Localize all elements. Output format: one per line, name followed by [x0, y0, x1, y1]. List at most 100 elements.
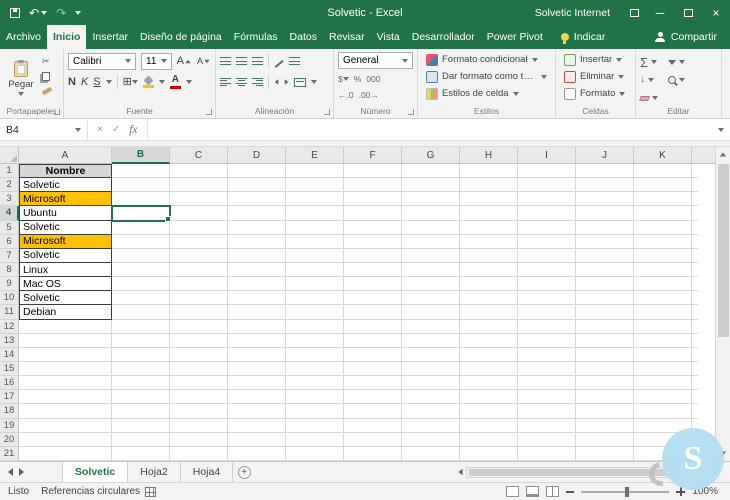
cell-B13[interactable]: [112, 333, 170, 348]
number-dialog-launcher[interactable]: [408, 109, 414, 115]
formula-input[interactable]: [148, 119, 712, 140]
cell-E17[interactable]: [286, 390, 344, 405]
cell-H15[interactable]: [460, 361, 518, 377]
cell-D1[interactable]: [228, 164, 286, 179]
cell-J18[interactable]: [576, 404, 634, 419]
view-normal-button[interactable]: [506, 486, 520, 497]
cell-B18[interactable]: [112, 404, 170, 419]
cell-G3[interactable]: [402, 192, 460, 207]
sheet-tab-solvetic[interactable]: Solvetic: [62, 462, 129, 482]
cell-F18[interactable]: [344, 404, 402, 419]
cell-F12[interactable]: [344, 319, 402, 334]
cell-A12[interactable]: [19, 319, 112, 334]
cell-C7[interactable]: [170, 248, 228, 263]
fill-button[interactable]: ↓: [640, 73, 658, 87]
cell-D3[interactable]: [228, 192, 286, 207]
cell-A4[interactable]: Ubuntu: [19, 206, 112, 221]
cell-K16[interactable]: [634, 376, 692, 391]
cell-A6[interactable]: Microsoft: [19, 234, 112, 249]
decrease-font-button[interactable]: A: [197, 56, 211, 66]
view-page-layout-button[interactable]: [526, 486, 540, 497]
cell-C3[interactable]: [170, 192, 228, 207]
vertical-scrollbar[interactable]: [715, 147, 730, 461]
scroll-up-button[interactable]: [716, 147, 730, 162]
cell-K3[interactable]: [634, 192, 692, 207]
cell-F9[interactable]: [344, 277, 402, 292]
italic-button[interactable]: K: [81, 76, 88, 88]
number-format-combo[interactable]: General: [338, 52, 413, 69]
cell-C19[interactable]: [170, 418, 228, 433]
cell-E2[interactable]: [286, 178, 344, 193]
cell-D14[interactable]: [228, 347, 286, 362]
row-header-12[interactable]: 12: [0, 319, 19, 334]
cell-I12[interactable]: [518, 319, 576, 334]
cell-G7[interactable]: [402, 248, 460, 263]
cell-F4[interactable]: [344, 206, 402, 221]
cell-A14[interactable]: [19, 347, 112, 362]
cell-D11[interactable]: [228, 305, 286, 320]
cell-G13[interactable]: [402, 333, 460, 348]
cell-K17[interactable]: [634, 390, 692, 405]
cell-H16[interactable]: [460, 376, 518, 391]
column-header-I[interactable]: I: [518, 147, 576, 164]
cell-D13[interactable]: [228, 333, 286, 348]
cell-J9[interactable]: [576, 277, 634, 292]
cell-B12[interactable]: [112, 319, 170, 334]
cell-B16[interactable]: [112, 376, 170, 391]
cell-H18[interactable]: [460, 404, 518, 419]
cell-H8[interactable]: [460, 262, 518, 278]
account-name[interactable]: Solvetic Internet: [535, 7, 610, 19]
cell-E12[interactable]: [286, 319, 344, 334]
row-header-19[interactable]: 19: [0, 418, 19, 433]
cell-F10[interactable]: [344, 291, 402, 306]
row-header-20[interactable]: 20: [0, 432, 19, 447]
sort-filter-button[interactable]: [668, 55, 685, 69]
autosum-button[interactable]: Σ: [640, 55, 658, 69]
cell-J21[interactable]: [576, 446, 634, 461]
cell-B14[interactable]: [112, 347, 170, 362]
cell-I8[interactable]: [518, 262, 576, 278]
cell-I9[interactable]: [518, 277, 576, 292]
cell-H3[interactable]: [460, 192, 518, 207]
zoom-out-button[interactable]: [566, 490, 575, 493]
ribbon-tab-revisar[interactable]: Revisar: [323, 25, 371, 49]
cell-J13[interactable]: [576, 333, 634, 348]
styles-group-list-item-3[interactable]: Estilos de celda: [422, 85, 551, 102]
cell-F15[interactable]: [344, 361, 402, 377]
cell-K12[interactable]: [634, 319, 692, 334]
row-header-16[interactable]: 16: [0, 376, 19, 391]
cells-group-list-item-3[interactable]: Formato: [560, 85, 631, 102]
ribbon-tab-datos[interactable]: Datos: [284, 25, 323, 49]
cell-B7[interactable]: [112, 248, 170, 263]
row-header-8[interactable]: 8: [0, 262, 19, 278]
cell-G11[interactable]: [402, 305, 460, 320]
row-header-1[interactable]: 1: [0, 164, 19, 179]
new-sheet-button[interactable]: +: [233, 462, 255, 482]
decrease-indent-button[interactable]: [274, 79, 279, 85]
cell-C21[interactable]: [170, 446, 228, 461]
cell-K9[interactable]: [634, 277, 692, 292]
cell-H7[interactable]: [460, 248, 518, 263]
row-header-3[interactable]: 3: [0, 192, 19, 207]
cell-C5[interactable]: [170, 220, 228, 235]
cell-B8[interactable]: [112, 262, 170, 278]
align-top-button[interactable]: [220, 57, 231, 65]
column-header-E[interactable]: E: [286, 147, 344, 164]
cell-J15[interactable]: [576, 361, 634, 377]
name-box[interactable]: B4: [0, 119, 88, 140]
cell-H17[interactable]: [460, 390, 518, 405]
prev-sheet-button[interactable]: [8, 468, 13, 476]
cell-K10[interactable]: [634, 291, 692, 306]
cell-G8[interactable]: [402, 262, 460, 278]
cell-B19[interactable]: [112, 418, 170, 433]
share-button[interactable]: Compartir: [642, 25, 730, 49]
align-left-button[interactable]: [220, 78, 231, 86]
cell-J10[interactable]: [576, 291, 634, 306]
cell-E13[interactable]: [286, 333, 344, 348]
find-select-button[interactable]: [668, 73, 685, 87]
fill-color-button[interactable]: [142, 75, 154, 88]
cell-G17[interactable]: [402, 390, 460, 405]
cell-B5[interactable]: [112, 220, 170, 235]
increase-font-button[interactable]: A: [177, 55, 192, 67]
cell-H1[interactable]: [460, 164, 518, 179]
